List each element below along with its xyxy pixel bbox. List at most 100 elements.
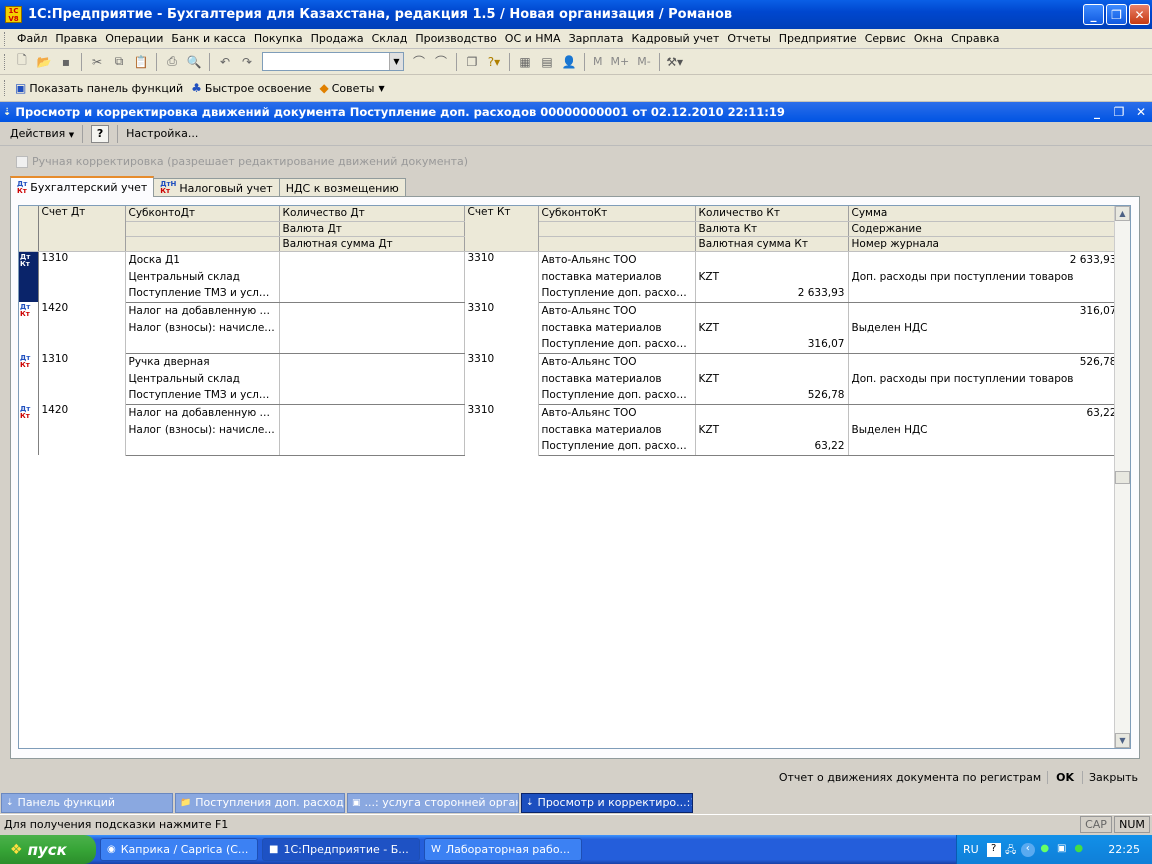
window-tab-0[interactable]: ⇣ Панель функций [1,792,173,813]
cell-sum[interactable]: 316,07 [848,302,1121,319]
speaker-tray-icon[interactable]: ● [1072,843,1086,857]
menu-item-10[interactable]: Кадровый учет [627,32,723,45]
actions-menu-button[interactable]: Действия ▼ [6,127,78,140]
window-tab-1[interactable]: 📁 Поступления доп. расходов [175,792,345,813]
memory-store-button[interactable]: M [589,55,607,68]
help-1c-icon[interactable]: ?▾ [483,52,505,72]
cell-content[interactable]: Выделен НДС [848,421,1121,438]
row-marker[interactable]: Дт Кт [19,353,39,404]
cell-subconto-kt[interactable]: поставка материалов [538,370,696,387]
open-folder-icon[interactable]: 📂 [33,52,55,72]
help-button[interactable]: ? [91,124,110,143]
calculator-icon[interactable]: ▦ [514,52,536,72]
cell-journal[interactable] [848,387,1121,405]
movements-grid[interactable]: Счет Дт СубконтоДт Количество Дт Счет Кт… [18,205,1131,749]
table-row[interactable]: Налог (взносы): начислено ... поставка ма… [19,319,1121,336]
row-marker[interactable]: Дт Кт [19,302,39,353]
close-button[interactable]: ✕ [1129,4,1150,25]
calendar-icon[interactable]: ▤ [536,52,558,72]
table-row[interactable]: Дт Кт 1310 Ручка дверная 3310 Авто-Альянс ТОО… [19,353,1121,404]
cell-account-dt[interactable]: 1420 [38,302,126,353]
cell-subconto-kt[interactable]: Авто-Альянс ТОО [538,251,696,268]
header-cursum-kt[interactable]: Валютная сумма Кт [695,236,849,252]
toolbar-grip[interactable] [4,80,7,96]
taskbar-task-2[interactable]: W Лабораторная рабо... [424,838,582,861]
cell-subconto-dt[interactable]: Налог на добавленную сто... [125,404,280,421]
print-preview-icon[interactable]: 🔍 [183,52,205,72]
cell-journal[interactable] [848,438,1121,456]
toolbar-grip[interactable] [4,31,7,46]
menu-item-0[interactable]: Файл [13,32,51,45]
menu-item-11[interactable]: Отчеты [723,32,774,45]
antivirus-tray-icon[interactable]: ● [1038,843,1052,857]
cell-subconto-dt[interactable]: Налог (взносы): начислено ... [125,421,280,438]
table-row[interactable]: Поступление ТМЗ и услуг 0... Поступление … [19,285,1121,303]
cell-subconto-kt[interactable]: Поступление доп. расходов ... [538,336,696,354]
cell-qty-dt[interactable] [279,336,465,354]
table-row[interactable]: Поступление доп. расходов ... 63,22 [19,438,1121,456]
cell-qty-dt[interactable] [279,353,465,370]
doc-close-button[interactable]: ✕ [1130,105,1152,119]
cell-subconto-dt[interactable]: Ручка дверная [125,353,280,370]
undo-icon[interactable]: ↶ [214,52,236,72]
toolbar-grip[interactable] [4,53,7,70]
cell-currency-kt[interactable]: KZT [695,421,849,438]
header-content[interactable]: Содержание [848,221,1121,237]
cell-currency-sum-kt[interactable]: 526,78 [695,387,849,405]
cell-content[interactable]: Доп. расходы при поступлении товаров [848,370,1121,387]
redo-icon[interactable]: ↷ [236,52,258,72]
cell-qty-dt[interactable] [279,421,465,438]
cell-subconto-dt[interactable]: Налог (взносы): начислено ... [125,319,280,336]
header-subconto-dt[interactable]: СубконтоДт [125,206,280,222]
memory-add-button[interactable]: M+ [607,55,634,68]
scroll-up-icon[interactable]: ▲ [1115,206,1130,221]
window-tab-2[interactable]: ▣...: услуга сторонней орган... [347,792,519,813]
show-panel-button[interactable]: ▣ Показать панель функций [11,81,187,95]
cell-subconto-dt[interactable]: Поступление ТМЗ и услуг 0... [125,387,280,405]
header-qty-kt[interactable]: Количество Кт [695,206,849,222]
cell-qty-dt[interactable] [279,438,465,456]
table-row[interactable]: Дт Кт 1310 Доска Д1 3310 Авто-Альянс ТОО 2 633… [19,251,1121,302]
cell-subconto-kt[interactable]: поставка материалов [538,319,696,336]
search-combo[interactable]: ▼ [262,52,404,71]
registers-report-button[interactable]: Отчет о движениях документа по регистрам [773,771,1047,784]
header-account-dt[interactable]: Счет Дт [38,206,126,252]
cell-sum[interactable]: 526,78 [848,353,1121,370]
menu-item-7[interactable]: Производство [411,32,500,45]
1c-app-icon[interactable]: 1C V8 [5,6,22,23]
print-icon[interactable]: ⎙ [161,52,183,72]
header-qty-dt[interactable]: Количество Дт [279,206,465,222]
window-tab-3[interactable]: ⇣ Просмотр и корректиро...:19 [521,792,693,813]
menu-item-9[interactable]: Зарплата [565,32,628,45]
cell-qty-dt[interactable] [279,387,465,405]
settings-button[interactable]: Настройка... [122,127,202,140]
menu-item-12[interactable]: Предприятие [775,32,861,45]
header-journal[interactable]: Номер журнала [848,236,1121,252]
new-document-icon[interactable]: 🗋 [11,52,33,72]
cell-subconto-dt[interactable]: Центральный склад [125,268,280,285]
row-marker[interactable]: Дт Кт [19,251,39,302]
restore-button[interactable]: ❐ [1106,4,1127,25]
cut-icon[interactable]: ✂ [86,52,108,72]
cell-subconto-dt[interactable]: Поступление ТМЗ и услуг 0... [125,285,280,303]
header-sum[interactable]: Сумма [848,206,1121,222]
cell-qty-dt[interactable] [279,251,465,268]
cell-qty-dt[interactable] [279,285,465,303]
taskbar-task-1[interactable]: ■ 1С:Предприятие - Б... [262,838,420,861]
cell-account-kt[interactable]: 3310 [464,302,539,353]
tools-icon[interactable]: ⚒▾ [664,52,686,72]
find-previous-icon[interactable]: ⌒ [408,52,430,72]
cell-account-kt[interactable]: 3310 [464,404,539,455]
chevron-left-icon[interactable]: ‹ [1020,842,1035,857]
cell-subconto-kt[interactable]: Авто-Альянс ТОО [538,404,696,421]
cell-subconto-kt[interactable]: Поступление доп. расходов ... [538,387,696,405]
table-row[interactable]: Дт Кт 1420 Налог на добавленную сто... 3310 А… [19,302,1121,353]
menu-item-4[interactable]: Покупка [250,32,307,45]
manual-correction-checkbox[interactable] [16,155,28,168]
header-account-kt[interactable]: Счет Кт [464,206,539,252]
cell-subconto-dt[interactable] [125,336,280,354]
cell-account-dt[interactable]: 1420 [38,404,126,455]
cell-subconto-dt[interactable] [125,438,280,456]
cell-sum[interactable]: 63,22 [848,404,1121,421]
menu-item-13[interactable]: Сервис [861,32,910,45]
